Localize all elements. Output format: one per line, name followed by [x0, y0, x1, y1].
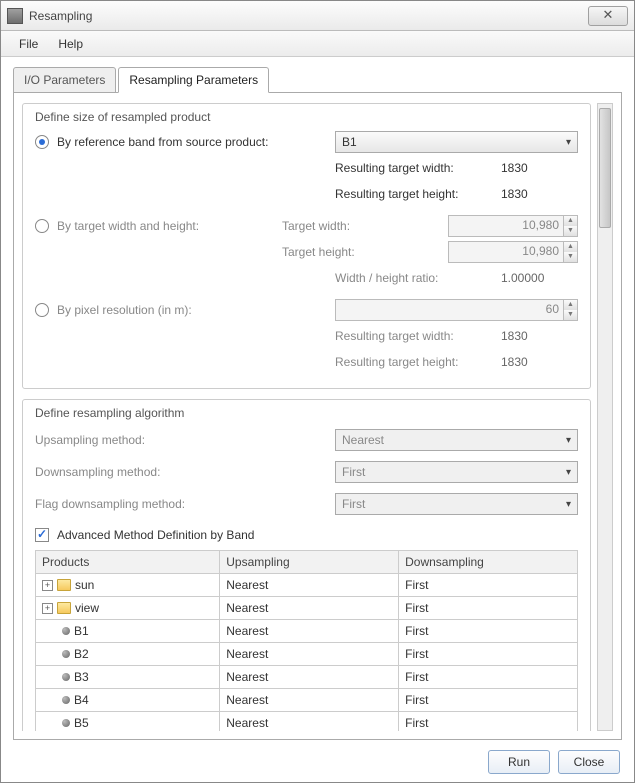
folder-icon: [57, 579, 71, 591]
radio-by-reference-band[interactable]: [35, 135, 49, 149]
table-row[interactable]: B3 NearestFirst: [36, 666, 578, 689]
cell-downsampling[interactable]: First: [399, 712, 578, 732]
cell-upsampling[interactable]: Nearest: [220, 574, 399, 597]
pixel-resolution-spinner[interactable]: 60 ▲▼: [335, 299, 578, 321]
downsampling-dropdown[interactable]: First: [335, 461, 578, 483]
chevron-up-icon[interactable]: ▲: [564, 242, 577, 252]
cell-upsampling[interactable]: Nearest: [220, 689, 399, 712]
ref-rtw-label: Resulting target width:: [335, 161, 495, 175]
tab-bar: I/O Parameters Resampling Parameters: [13, 67, 622, 93]
algorithm-group: Define resampling algorithm Upsampling m…: [22, 399, 591, 731]
label-by-reference-band: By reference band from source product:: [57, 135, 268, 149]
scrollbar-thumb[interactable]: [599, 108, 611, 228]
advanced-method-checkbox[interactable]: [35, 528, 49, 542]
cell-upsampling[interactable]: Nearest: [220, 712, 399, 732]
radio-by-target-wh[interactable]: [35, 219, 49, 233]
run-button[interactable]: Run: [488, 750, 550, 774]
algorithm-group-title: Define resampling algorithm: [35, 406, 578, 420]
res-rtw-value: 1830: [501, 329, 528, 343]
tw-label: Target width:: [282, 219, 442, 233]
col-products[interactable]: Products: [36, 551, 220, 574]
close-button[interactable]: Close: [558, 750, 620, 774]
flag-downsampling-label: Flag downsampling method:: [35, 497, 335, 511]
titlebar: Resampling ✕: [1, 1, 634, 31]
cell-downsampling[interactable]: First: [399, 643, 578, 666]
table-row[interactable]: B2 NearestFirst: [36, 643, 578, 666]
cell-upsampling[interactable]: Nearest: [220, 597, 399, 620]
expand-icon[interactable]: +: [42, 580, 53, 591]
cell-upsampling[interactable]: Nearest: [220, 666, 399, 689]
cell-downsampling[interactable]: First: [399, 597, 578, 620]
label-by-pixel-resolution: By pixel resolution (in m):: [57, 303, 192, 317]
menu-file[interactable]: File: [9, 33, 48, 55]
table-row[interactable]: B5 NearestFirst: [36, 712, 578, 732]
th-label: Target height:: [282, 245, 442, 259]
flag-downsampling-dropdown[interactable]: First: [335, 493, 578, 515]
ratio-label: Width / height ratio:: [335, 271, 495, 285]
res-rtw-label: Resulting target width:: [335, 329, 495, 343]
col-downsampling[interactable]: Downsampling: [399, 551, 578, 574]
table-row[interactable]: B4 NearestFirst: [36, 689, 578, 712]
ref-rtw-value: 1830: [501, 161, 528, 175]
menu-help[interactable]: Help: [48, 33, 93, 55]
chevron-up-icon[interactable]: ▲: [564, 216, 577, 226]
res-rth-label: Resulting target height:: [335, 355, 495, 369]
band-table: Products Upsampling Downsampling + sun Nea…: [35, 550, 578, 731]
band-icon: [62, 719, 70, 727]
res-rth-value: 1830: [501, 355, 528, 369]
product-name: B2: [74, 647, 89, 661]
band-icon: [62, 673, 70, 681]
product-name: B5: [74, 716, 89, 730]
target-height-spinner[interactable]: 10,980 ▲▼: [448, 241, 578, 263]
table-row[interactable]: + sun NearestFirst: [36, 574, 578, 597]
chevron-up-icon[interactable]: ▲: [564, 300, 577, 310]
radio-by-pixel-resolution[interactable]: [35, 303, 49, 317]
col-upsampling[interactable]: Upsampling: [220, 551, 399, 574]
size-group-title: Define size of resampled product: [35, 110, 578, 124]
cell-downsampling[interactable]: First: [399, 666, 578, 689]
product-name: B4: [74, 693, 89, 707]
menubar: File Help: [1, 31, 634, 57]
cell-upsampling[interactable]: Nearest: [220, 643, 399, 666]
band-icon: [62, 650, 70, 658]
tab-resampling-parameters[interactable]: Resampling Parameters: [118, 67, 269, 93]
chevron-down-icon[interactable]: ▼: [564, 252, 577, 262]
product-name: B3: [74, 670, 89, 684]
product-name: view: [75, 601, 99, 615]
upsampling-label: Upsampling method:: [35, 433, 335, 447]
band-icon: [62, 696, 70, 704]
table-row[interactable]: B1 NearestFirst: [36, 620, 578, 643]
product-name: B1: [74, 624, 89, 638]
label-by-target-wh: By target width and height:: [57, 219, 199, 233]
table-header-row: Products Upsampling Downsampling: [36, 551, 578, 574]
expand-icon[interactable]: +: [42, 603, 53, 614]
table-row[interactable]: + view NearestFirst: [36, 597, 578, 620]
reference-band-dropdown[interactable]: B1: [335, 131, 578, 153]
chevron-down-icon[interactable]: ▼: [564, 310, 577, 320]
folder-icon: [57, 602, 71, 614]
chevron-down-icon[interactable]: ▼: [564, 226, 577, 236]
tab-io-parameters[interactable]: I/O Parameters: [13, 67, 116, 93]
cell-downsampling[interactable]: First: [399, 574, 578, 597]
ref-rth-value: 1830: [501, 187, 528, 201]
window-title: Resampling: [29, 9, 588, 23]
ratio-value: 1.00000: [501, 271, 544, 285]
app-icon: [7, 8, 23, 24]
band-icon: [62, 627, 70, 635]
panel-scrollbar[interactable]: [597, 103, 613, 731]
cell-downsampling[interactable]: First: [399, 620, 578, 643]
cell-downsampling[interactable]: First: [399, 689, 578, 712]
window-close-button[interactable]: ✕: [588, 6, 628, 26]
size-group: Define size of resampled product By refe…: [22, 103, 591, 389]
target-width-spinner[interactable]: 10,980 ▲▼: [448, 215, 578, 237]
product-name: sun: [75, 578, 94, 592]
advanced-method-label: Advanced Method Definition by Band: [57, 528, 254, 542]
ref-rth-label: Resulting target height:: [335, 187, 495, 201]
dialog-footer: Run Close: [1, 740, 634, 784]
cell-upsampling[interactable]: Nearest: [220, 620, 399, 643]
tab-panel: Define size of resampled product By refe…: [13, 92, 622, 740]
upsampling-dropdown[interactable]: Nearest: [335, 429, 578, 451]
downsampling-label: Downsampling method:: [35, 465, 335, 479]
